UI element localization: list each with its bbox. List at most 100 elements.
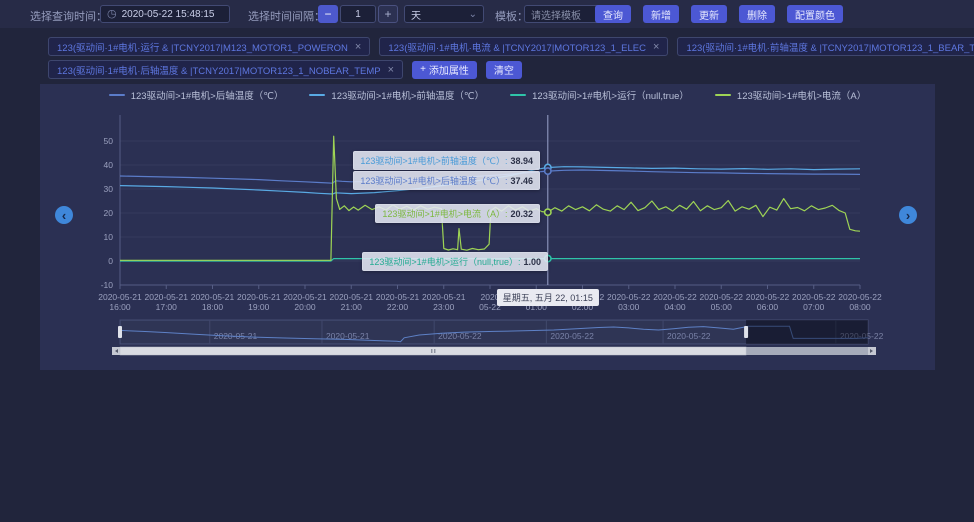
x-axis-label: 17:00	[156, 302, 178, 312]
navigator-selected-range[interactable]	[120, 320, 747, 344]
query-time-label: 选择查询时间：	[30, 11, 107, 23]
navigator-right-handle[interactable]	[744, 326, 749, 338]
axis-pointer-tooltip: 星期五, 五月 22, 01:15	[496, 289, 599, 306]
tag-chip[interactable]: 123(驱动间·1#电机·前轴温度 & |TCNY2017|MOTOR123_1…	[677, 37, 974, 56]
legend-line-marker	[309, 94, 326, 96]
x-axis-label: 2020-05-22	[838, 292, 882, 302]
y-axis-label: 20	[104, 208, 114, 218]
toolbar-buttons: 查询 新增 更新 删除 配置颜色	[595, 5, 843, 23]
chart-navigator[interactable]: 2020-05-212020-05-212020-05-222020-05-22…	[95, 318, 885, 362]
x-axis-label: 21:00	[341, 302, 363, 312]
navigator-masked-range	[746, 320, 868, 344]
tooltip-label: 123驱动间>1#电机>电流（A）:	[382, 209, 508, 219]
tooltip-current: 123驱动间>1#电机>电流（A）: 20.32	[375, 204, 540, 223]
scrollbar-grip	[431, 349, 433, 353]
tooltip-value: 38.94	[510, 156, 533, 166]
y-axis-label: -10	[101, 280, 114, 290]
pan-left-button[interactable]: ‹	[55, 206, 73, 224]
x-axis-label: 2020-05-21	[237, 292, 281, 302]
query-button[interactable]: 查询	[595, 5, 631, 23]
close-icon[interactable]: ×	[653, 41, 659, 53]
y-axis-label: 0	[108, 256, 113, 266]
x-axis-label: 2020-05-21	[330, 292, 374, 302]
tooltip-label: 123驱动间>1#电机>后轴温度（℃）:	[360, 176, 508, 186]
tag-chip[interactable]: 123(驱动间·1#电机·运行 & |TCNY2017|M123_MOTOR1_…	[48, 37, 371, 56]
scrollbar-grip	[434, 349, 436, 353]
add-button[interactable]: 新增	[643, 5, 679, 23]
tag-chip-label: 123(驱动间·1#电机·前轴温度 & |TCNY2017|MOTOR123_1…	[686, 42, 974, 54]
template-placeholder: 请选择模板	[531, 10, 581, 22]
x-axis-label: 2020-05-21	[98, 292, 142, 302]
tag-chip-row-2: 123(驱动间·1#电机·后轴温度 & |TCNY2017|MOTOR123_1…	[48, 60, 522, 79]
tag-chip[interactable]: 123(驱动间·1#电机·后轴温度 & |TCNY2017|MOTOR123_1…	[48, 60, 404, 79]
y-axis-label: 10	[104, 232, 114, 242]
close-icon[interactable]: ×	[355, 41, 361, 53]
interval-unit-select[interactable]: 天 ⌄	[404, 5, 484, 23]
config-color-button[interactable]: 配置颜色	[787, 5, 843, 23]
tooltip-run: 123驱动间>1#电机>运行（null,true）: 1.00	[362, 252, 548, 271]
legend-item-front-temp[interactable]: 123驱动间>1#电机>前轴温度（℃）	[309, 88, 484, 102]
x-axis-label: 04:00	[664, 302, 686, 312]
scrollbar-thumb[interactable]	[119, 346, 747, 356]
tooltip-label: 123驱动间>1#电机>运行（null,true）:	[369, 257, 521, 267]
y-axis-label: 40	[104, 160, 114, 170]
crosshair-marker-current	[543, 208, 552, 217]
plus-icon: +	[420, 64, 426, 75]
close-icon[interactable]: ×	[388, 64, 394, 76]
clear-button[interactable]: 清空	[485, 60, 522, 79]
x-axis-label: 06:00	[757, 302, 779, 312]
chart-legend: 123驱动间>1#电机>后轴温度（℃） 123驱动间>1#电机>前轴温度（℃） …	[40, 88, 935, 102]
interval-value-input[interactable]: 1	[340, 5, 376, 23]
legend-line-marker	[108, 94, 125, 96]
x-axis-label: 2020-05-22	[607, 292, 651, 302]
update-button[interactable]: 更新	[691, 5, 727, 23]
x-axis-label: 22:00	[387, 302, 409, 312]
legend-label: 123驱动间>1#电机>电流（A）	[736, 91, 867, 102]
x-axis-label: 2020-05-21	[283, 292, 327, 302]
chevron-down-icon: ⌄	[468, 8, 477, 20]
delete-button[interactable]: 删除	[739, 5, 775, 23]
tooltip-value: 1.00	[523, 257, 541, 267]
legend-item-rear-temp[interactable]: 123驱动间>1#电机>后轴温度（℃）	[108, 88, 284, 102]
x-axis-label: 19:00	[248, 302, 270, 312]
tag-chip-label: 123(驱动间·1#电机·后轴温度 & |TCNY2017|MOTOR123_1…	[57, 65, 381, 77]
tag-chip-label: 123(驱动间·1#电机·运行 & |TCNY2017|M123_MOTOR1_…	[57, 42, 348, 54]
x-axis-label: 2020-05-22	[700, 292, 744, 302]
pan-right-button[interactable]: ›	[899, 206, 917, 224]
y-axis-label: 50	[104, 136, 114, 146]
x-axis-label: 2020-05-22	[792, 292, 836, 302]
legend-item-current[interactable]: 123驱动间>1#电机>电流（A）	[714, 88, 867, 102]
legend-label: 123驱动间>1#电机>前轴温度（℃）	[331, 91, 485, 102]
legend-line-marker	[714, 94, 731, 96]
x-axis-label: 2020-05-21	[422, 292, 466, 302]
tag-chip-row-1: 123(驱动间·1#电机·运行 & |TCNY2017|M123_MOTOR1_…	[48, 37, 974, 56]
interval-decrease-button[interactable]: −	[318, 5, 338, 23]
query-time-input[interactable]: ◷ 2020-05-22 15:48:15	[100, 5, 230, 23]
top-toolbar: 选择查询时间： ◷ 2020-05-22 15:48:15 选择时间间隔： − …	[0, 0, 974, 28]
x-axis-label: 07:00	[803, 302, 825, 312]
legend-item-run[interactable]: 123驱动间>1#电机>运行（null,true）	[510, 88, 689, 102]
tag-chip[interactable]: 123(驱动间·1#电机·电流 & |TCNY2017|MOTOR123_1_E…	[379, 37, 669, 56]
legend-label: 123驱动间>1#电机>后轴温度（℃）	[130, 91, 284, 102]
x-axis-label: 2020-05-22	[653, 292, 697, 302]
x-axis-label: 16:00	[109, 302, 131, 312]
add-attribute-button[interactable]: + 添加属性	[412, 60, 477, 79]
tag-chip-label: 123(驱动间·1#电机·电流 & |TCNY2017|MOTOR123_1_E…	[388, 42, 646, 54]
x-axis-label: 18:00	[202, 302, 224, 312]
x-axis-label: 03:00	[618, 302, 640, 312]
tooltip-front-temp: 123驱动间>1#电机>前轴温度（℃）: 38.94	[353, 151, 540, 170]
x-axis-label: 2020-05-22	[746, 292, 790, 302]
legend-label: 123驱动间>1#电机>运行（null,true）	[532, 91, 689, 102]
interval-value: 1	[355, 8, 361, 20]
interval-increase-button[interactable]: +	[378, 5, 398, 23]
x-axis-label: 05:00	[711, 302, 733, 312]
navigator-left-handle[interactable]	[118, 326, 122, 338]
interval-label: 选择时间间隔：	[248, 11, 325, 23]
interval-unit-value: 天	[411, 10, 421, 22]
x-axis-label: 20:00	[294, 302, 316, 312]
x-axis-label: 2020-05-21	[376, 292, 420, 302]
x-axis-label: 2020-05-21	[191, 292, 235, 302]
tooltip-value: 37.46	[510, 176, 533, 186]
x-axis-label: 2020-05-21	[145, 292, 189, 302]
x-axis-label: 23:00	[433, 302, 455, 312]
